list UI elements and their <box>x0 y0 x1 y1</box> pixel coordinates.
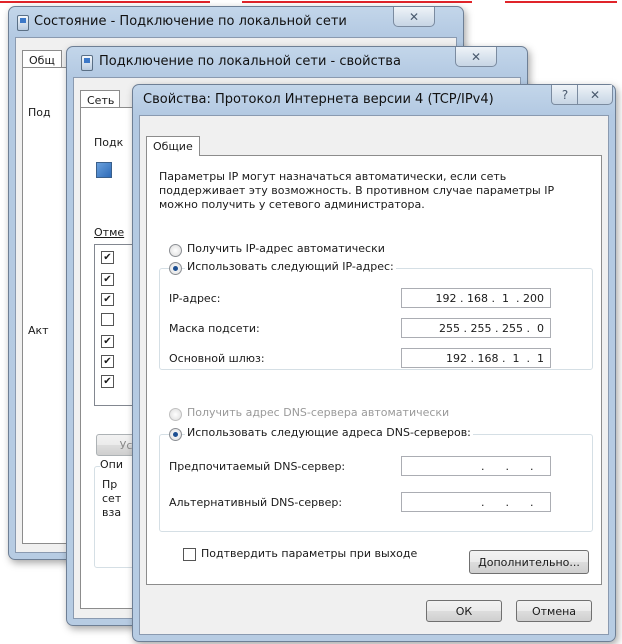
tab-general[interactable]: Общ <box>22 50 62 68</box>
close-icon[interactable]: ✕ <box>455 47 497 67</box>
status-window-titlebar[interactable]: Состояние - Подключение по локальной сет… <box>9 7 463 37</box>
alternate-dns-field[interactable]: . . . <box>401 492 551 512</box>
component-checkbox[interactable]: ✔ <box>101 355 114 368</box>
validate-label[interactable]: Подтвердить параметры при выходе <box>201 547 417 560</box>
ip-auto-radio[interactable] <box>169 244 182 257</box>
component-checkbox[interactable] <box>101 313 114 326</box>
default-gateway-label: Основной шлюз: <box>169 352 265 365</box>
dns-auto-label[interactable]: Получить адрес DNS-сервера автоматически <box>187 406 449 419</box>
dialog-titlebar[interactable]: Свойства: Протокол Интернета версии 4 (T… <box>133 85 615 115</box>
properties-window-titlebar[interactable]: Подключение по локальной сети - свойства… <box>67 47 527 77</box>
connect-using-label: Подк <box>94 136 124 149</box>
dialog-client: Общие Параметры IP могут назначаться авт… <box>139 115 609 635</box>
description-line: Пр <box>102 478 118 491</box>
dns-group <box>159 434 593 532</box>
ok-button[interactable]: ОК <box>426 600 502 622</box>
adapter-icon <box>96 162 112 178</box>
preferred-dns-field[interactable]: . . . <box>401 456 551 476</box>
activity-group-label: Акт <box>28 324 49 337</box>
component-checkbox[interactable]: ✔ <box>101 251 114 264</box>
close-icon[interactable]: ✕ <box>393 7 435 27</box>
properties-window-title: Подключение по локальной сети - свойства <box>99 54 401 69</box>
red-line-segment <box>242 1 472 3</box>
connection-group-label: Под <box>28 106 51 119</box>
ip-address-label: IP-адрес: <box>169 292 221 305</box>
ip-address-field[interactable]: 192 . 168 . 1 . 200 <box>401 288 551 308</box>
network-icon <box>17 15 29 31</box>
dns-manual-label[interactable]: Использовать следующие адреса DNS-сервер… <box>185 426 473 439</box>
cancel-button[interactable]: Отмена <box>516 600 592 622</box>
description-line: вза <box>102 506 122 519</box>
advanced-button[interactable]: Дополнительно... <box>469 550 589 574</box>
red-line-segment <box>505 1 617 3</box>
components-label: Отме <box>94 226 125 239</box>
dns-auto-radio[interactable] <box>169 408 182 421</box>
tab-network[interactable]: Сеть <box>80 90 120 108</box>
red-line-segment <box>0 1 210 3</box>
help-icon[interactable]: ? <box>551 85 579 105</box>
subnet-mask-label: Маска подсети: <box>169 322 260 335</box>
validate-checkbox[interactable] <box>183 548 196 561</box>
ip-manual-radio[interactable] <box>169 262 182 275</box>
preferred-dns-label: Предпочитаемый DNS-сервер: <box>169 460 346 473</box>
tab-general[interactable]: Общие <box>146 136 200 156</box>
general-tab-panel: Параметры IP могут назначаться автоматич… <box>146 155 602 585</box>
description-line: сет <box>102 492 122 505</box>
component-checkbox[interactable]: ✔ <box>101 293 114 306</box>
subnet-mask-field[interactable]: 255 . 255 . 255 . 0 <box>401 318 551 338</box>
top-red-annotation-line <box>0 0 622 4</box>
dns-manual-radio[interactable] <box>169 428 182 441</box>
ip-manual-label[interactable]: Использовать следующий IP-адрес: <box>185 260 396 273</box>
ip-auto-label[interactable]: Получить IP-адрес автоматически <box>187 242 385 255</box>
status-window-title: Состояние - Подключение по локальной сет… <box>34 14 347 29</box>
close-icon[interactable]: ✕ <box>577 85 613 105</box>
default-gateway-field[interactable]: 192 . 168 . 1 . 1 <box>401 348 551 368</box>
dialog-title: Свойства: Протокол Интернета версии 4 (T… <box>143 92 494 107</box>
component-checkbox[interactable]: ✔ <box>101 273 114 286</box>
ip-description-text: Параметры IP могут назначаться автоматич… <box>159 170 555 211</box>
component-checkbox[interactable]: ✔ <box>101 335 114 348</box>
network-icon <box>81 55 93 71</box>
tcpip-properties-dialog: Свойства: Протокол Интернета версии 4 (T… <box>132 84 616 642</box>
alternate-dns-label: Альтернативный DNS-сервер: <box>169 496 343 509</box>
component-checkbox[interactable]: ✔ <box>101 375 114 388</box>
